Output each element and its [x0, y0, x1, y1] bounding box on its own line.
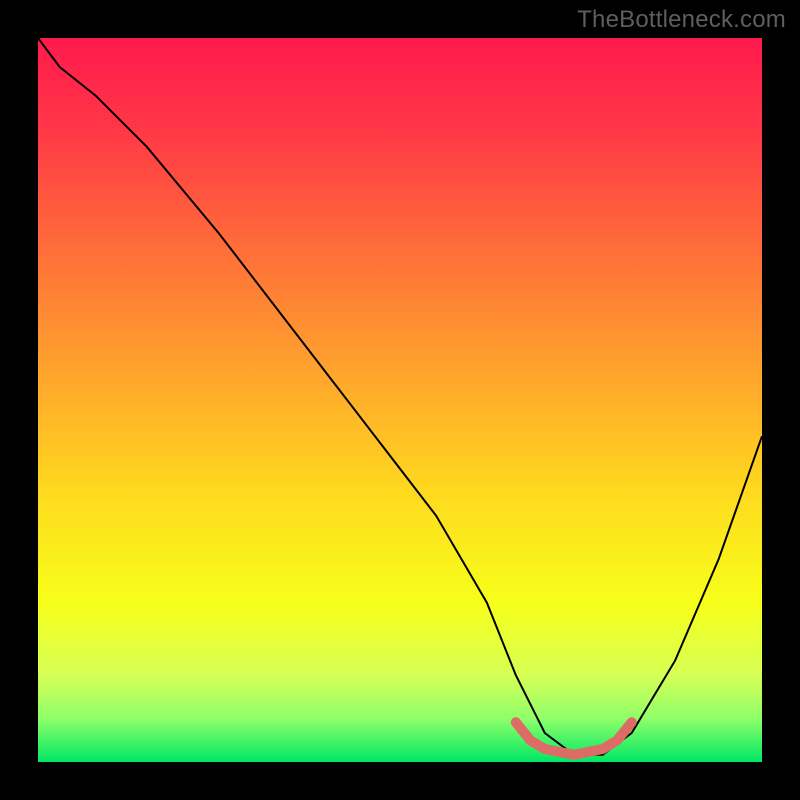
watermark-text: TheBottleneck.com [577, 6, 786, 34]
bottleneck-chart: TheBottleneck.com [0, 0, 800, 800]
chart-svg [0, 0, 800, 800]
